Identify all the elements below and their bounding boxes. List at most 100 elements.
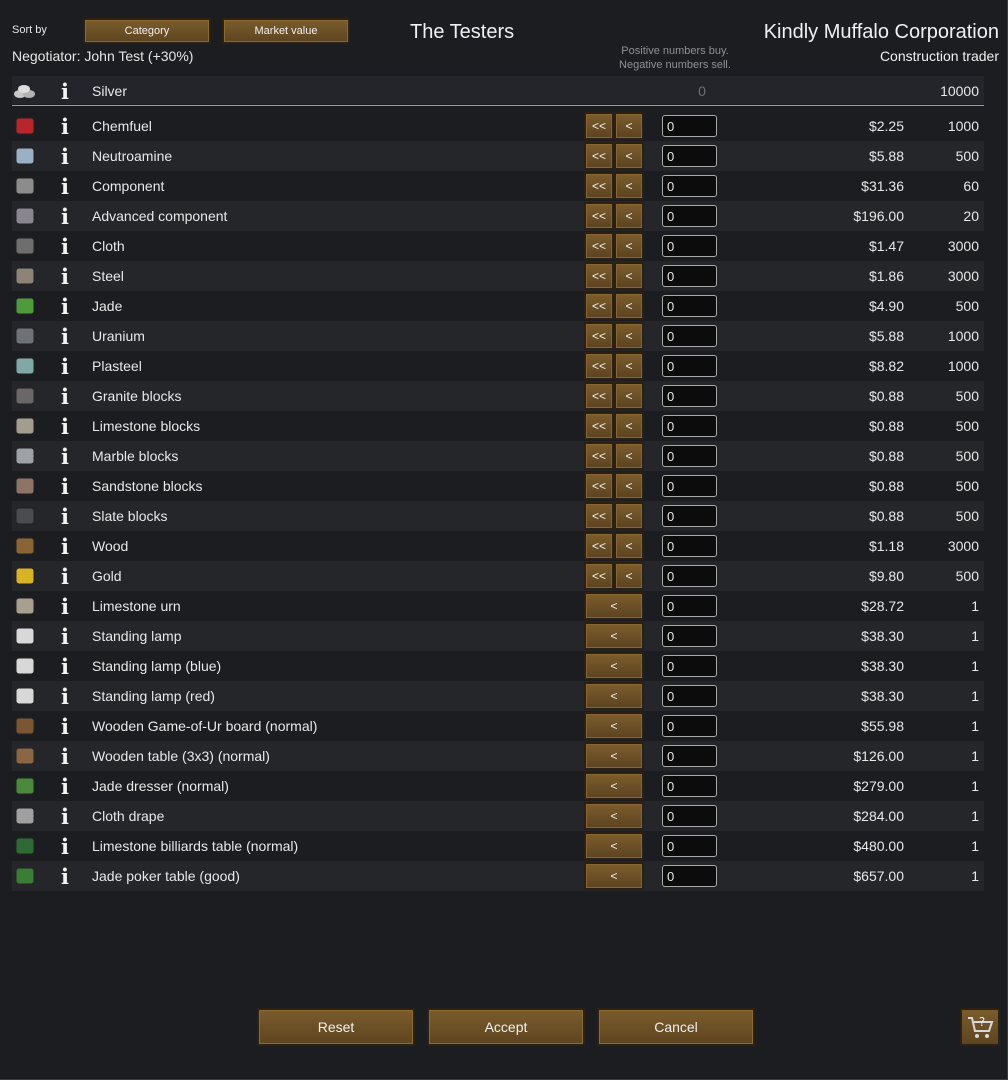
buy-all-button[interactable]: << [584, 322, 614, 350]
buy-one-button[interactable]: < [614, 442, 644, 470]
quantity-field[interactable] [662, 505, 717, 527]
info-icon[interactable]: i [58, 714, 72, 739]
quantity-field[interactable] [662, 625, 717, 647]
buy-all-button[interactable]: << [584, 562, 614, 590]
quantity-field[interactable] [662, 595, 717, 617]
buy-all-button[interactable]: << [584, 202, 614, 230]
info-icon[interactable]: i [58, 174, 72, 199]
quantity-field[interactable] [662, 385, 717, 407]
buy-one-button[interactable]: < [614, 202, 644, 230]
buy-one-button[interactable]: < [614, 352, 644, 380]
buy-one-button[interactable]: < [584, 592, 644, 620]
info-icon[interactable]: i [58, 864, 72, 889]
buy-one-button[interactable]: < [614, 322, 644, 350]
buy-one-button[interactable]: < [584, 652, 644, 680]
buy-one-button[interactable]: < [614, 562, 644, 590]
quantity-field[interactable] [662, 445, 717, 467]
info-icon[interactable]: i [58, 384, 72, 409]
quantity-field[interactable] [662, 235, 717, 257]
quantity-field[interactable] [662, 715, 717, 737]
quantity-field[interactable] [662, 265, 717, 287]
quantity-field[interactable] [662, 475, 717, 497]
info-icon[interactable]: i [58, 534, 72, 559]
quantity-field[interactable] [662, 325, 717, 347]
quantity-field[interactable] [662, 355, 717, 377]
trade-cart-button[interactable]: ? [960, 1008, 1000, 1046]
buy-one-button[interactable]: < [614, 142, 644, 170]
info-icon[interactable]: i [58, 804, 72, 829]
info-icon[interactable]: i [58, 354, 72, 379]
buy-one-button[interactable]: < [584, 712, 644, 740]
quantity-field[interactable] [662, 145, 717, 167]
buy-all-button[interactable]: << [584, 532, 614, 560]
quantity-field[interactable] [662, 115, 717, 137]
cancel-button[interactable]: Cancel [597, 1008, 755, 1046]
buy-all-button[interactable]: << [584, 472, 614, 500]
reset-button[interactable]: Reset [257, 1008, 415, 1046]
info-icon[interactable]: i [58, 564, 72, 589]
quantity-field[interactable] [662, 685, 717, 707]
info-icon[interactable]: i [58, 264, 72, 289]
quantity-field[interactable] [662, 835, 717, 857]
info-icon[interactable]: i [58, 294, 72, 319]
info-icon[interactable]: i [58, 114, 72, 139]
buy-one-button[interactable]: < [584, 742, 644, 770]
quantity-field[interactable] [662, 565, 717, 587]
buy-one-button[interactable]: < [614, 172, 644, 200]
buy-all-button[interactable]: << [584, 292, 614, 320]
buy-one-button[interactable]: < [584, 862, 644, 890]
info-icon[interactable]: i [58, 594, 72, 619]
info-icon[interactable]: i [58, 624, 72, 649]
buy-one-button[interactable]: < [614, 232, 644, 260]
buy-one-button[interactable]: < [614, 502, 644, 530]
buy-all-button[interactable]: << [584, 412, 614, 440]
info-icon[interactable]: i [58, 324, 72, 349]
info-icon[interactable]: i [58, 204, 72, 229]
info-icon[interactable]: i [58, 654, 72, 679]
buy-all-button[interactable]: << [584, 172, 614, 200]
info-icon[interactable]: i [58, 474, 72, 499]
buy-all-button[interactable]: << [584, 352, 614, 380]
quantity-field[interactable] [662, 775, 717, 797]
info-icon[interactable]: i [58, 234, 72, 259]
buy-all-button[interactable]: << [584, 232, 614, 260]
buy-all-button[interactable]: << [584, 502, 614, 530]
info-icon[interactable]: i [58, 414, 72, 439]
buy-one-button[interactable]: < [614, 412, 644, 440]
buy-one-button[interactable]: < [614, 292, 644, 320]
buy-all-button[interactable]: << [584, 142, 614, 170]
quantity-field[interactable] [662, 655, 717, 677]
buy-all-button[interactable]: << [584, 112, 614, 140]
info-icon[interactable]: i [58, 684, 72, 709]
info-icon[interactable]: i [58, 834, 72, 859]
quantity-field[interactable] [662, 205, 717, 227]
buy-one-button[interactable]: < [614, 472, 644, 500]
sort-category-button[interactable]: Category [83, 18, 211, 44]
buy-one-button[interactable]: < [584, 772, 644, 800]
buy-one-button[interactable]: < [614, 532, 644, 560]
quantity-field[interactable] [662, 865, 717, 887]
buy-all-button[interactable]: << [584, 262, 614, 290]
quantity-field[interactable] [662, 175, 717, 197]
accept-button[interactable]: Accept [427, 1008, 585, 1046]
info-icon[interactable]: i [58, 504, 72, 529]
buy-one-button[interactable]: < [584, 682, 644, 710]
info-icon[interactable]: i [58, 444, 72, 469]
quantity-field[interactable] [662, 415, 717, 437]
buy-one-button[interactable]: < [614, 262, 644, 290]
quantity-field[interactable] [662, 805, 717, 827]
info-icon[interactable]: i [58, 79, 72, 104]
buy-one-button[interactable]: < [584, 802, 644, 830]
info-icon[interactable]: i [58, 774, 72, 799]
buy-one-button[interactable]: < [584, 622, 644, 650]
buy-all-button[interactable]: << [584, 382, 614, 410]
sort-market-value-button[interactable]: Market value [222, 18, 350, 44]
buy-one-button[interactable]: < [584, 832, 644, 860]
quantity-field[interactable] [662, 535, 717, 557]
quantity-field[interactable] [662, 295, 717, 317]
info-icon[interactable]: i [58, 744, 72, 769]
buy-one-button[interactable]: < [614, 112, 644, 140]
buy-one-button[interactable]: < [614, 382, 644, 410]
buy-all-button[interactable]: << [584, 442, 614, 470]
info-icon[interactable]: i [58, 144, 72, 169]
